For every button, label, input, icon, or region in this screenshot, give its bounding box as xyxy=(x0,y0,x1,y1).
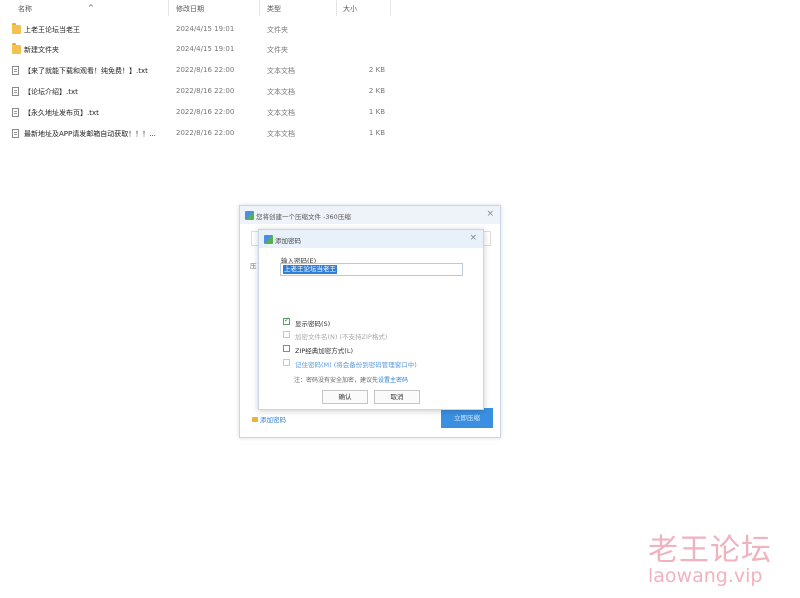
confirm-button[interactable]: 确认 xyxy=(322,390,368,404)
set-master-password-link[interactable]: 设置主密码 xyxy=(378,377,408,384)
file-name: 【来了就能下载和观看！纯免费！】.txt xyxy=(24,67,148,75)
file-type: 文本文档 xyxy=(267,109,295,117)
lock-icon xyxy=(252,417,258,422)
compress-partial-label: 压 xyxy=(250,262,257,270)
file-row[interactable]: 【论坛介绍】.txt 2022/8/16 22:00 文本文档 2 KB xyxy=(0,83,392,103)
security-note-text: 注：密码没有安全加密，建议先 xyxy=(294,377,379,384)
file-date: 2022/8/16 22:00 xyxy=(176,108,235,116)
360-app-icon xyxy=(245,211,254,220)
file-date: 2022/8/16 22:00 xyxy=(176,87,235,95)
column-name[interactable]: 名称 xyxy=(18,4,32,14)
360-app-icon xyxy=(264,235,273,244)
text-file-icon xyxy=(12,129,19,138)
sort-chevron-icon: ^ xyxy=(88,4,94,12)
zip-classic-checkbox[interactable] xyxy=(283,345,290,352)
remember-password-checkbox[interactable] xyxy=(283,359,290,366)
encrypt-filename-label: 加密文件名(N) (不支持ZIP格式) xyxy=(295,333,388,341)
file-date: 2024/4/15 19:01 xyxy=(176,45,235,53)
watermark-url: laowang.vip xyxy=(648,565,763,587)
file-row[interactable]: 最新地址及APP请发邮箱自动获取！！！... 2022/8/16 22:00 文… xyxy=(0,125,392,145)
zip-classic-label: ZIP经典加密方式(L) xyxy=(295,347,353,355)
cancel-button[interactable]: 取消 xyxy=(374,390,420,404)
file-type: 文件夹 xyxy=(267,26,288,34)
folder-icon xyxy=(12,23,21,34)
close-icon[interactable]: × xyxy=(486,210,494,219)
column-divider[interactable] xyxy=(336,0,337,16)
file-date: 2022/8/16 22:00 xyxy=(176,66,235,74)
file-size: 1 KB xyxy=(368,129,385,137)
file-type: 文本文档 xyxy=(267,67,295,75)
file-row[interactable]: 上老王论坛当老王 2024/4/15 19:01 文件夹 xyxy=(0,21,392,41)
file-name: 【论坛介绍】.txt xyxy=(24,88,78,96)
text-file-icon xyxy=(12,108,19,117)
password-input-value: 上老王论坛当老王 xyxy=(283,265,337,274)
compress-dialog-title: 您将创建一个压缩文件 -360压缩 xyxy=(256,213,351,221)
add-password-dialog: 添加密码 × 输入密码(E) 上老王论坛当老王 显示密码(S) 加密文件名(N)… xyxy=(258,229,484,410)
column-size[interactable]: 大小 xyxy=(343,4,357,14)
add-password-label: 添加密码 xyxy=(260,416,286,424)
folder-icon xyxy=(12,43,21,54)
file-type: 文件夹 xyxy=(267,46,288,54)
file-row[interactable]: 【永久地址发布页】.txt 2022/8/16 22:00 文本文档 1 KB xyxy=(0,104,392,124)
file-size: 2 KB xyxy=(368,66,385,74)
compress-now-button[interactable]: 立即压缩 xyxy=(441,408,493,428)
password-dialog-titlebar[interactable]: 添加密码 × xyxy=(259,230,483,248)
file-type: 文本文档 xyxy=(267,130,295,138)
file-date: 2024/4/15 19:01 xyxy=(176,25,235,33)
column-modified[interactable]: 修改日期 xyxy=(176,4,204,14)
show-password-label: 显示密码(S) xyxy=(295,320,331,328)
text-file-icon xyxy=(12,66,19,75)
watermark-cn: 老王论坛 xyxy=(648,533,772,568)
file-name: 最新地址及APP请发邮箱自动获取！！！... xyxy=(24,130,156,138)
close-icon[interactable]: × xyxy=(469,234,477,243)
remember-password-label: 记住密码(M) (将会备份到密码管理窗口中) xyxy=(295,361,417,369)
file-name: 新建文件夹 xyxy=(24,46,59,54)
file-name: 【永久地址发布页】.txt xyxy=(24,109,99,117)
security-note: 注：密码没有安全加密，建议先设置主密码 xyxy=(294,375,408,384)
file-list-header: 名称 ^ 修改日期 类型 大小 xyxy=(0,0,392,16)
show-password-checkbox[interactable] xyxy=(283,316,290,325)
text-file-icon xyxy=(12,87,19,96)
column-divider[interactable] xyxy=(259,0,260,16)
file-row[interactable]: 【来了就能下载和观看！纯免费！】.txt 2022/8/16 22:00 文本文… xyxy=(0,62,392,82)
file-row[interactable]: 新建文件夹 2024/4/15 19:01 文件夹 xyxy=(0,41,392,61)
encrypt-filename-checkbox xyxy=(283,331,290,338)
column-divider[interactable] xyxy=(168,0,169,16)
file-date: 2022/8/16 22:00 xyxy=(176,129,235,137)
file-size: 2 KB xyxy=(368,87,385,95)
password-dialog-title: 添加密码 xyxy=(275,237,301,245)
compress-dialog-titlebar[interactable]: 您将创建一个压缩文件 -360压缩 × xyxy=(240,206,500,224)
column-type[interactable]: 类型 xyxy=(267,4,281,14)
password-input[interactable]: 上老王论坛当老王 xyxy=(280,263,463,276)
file-size: 1 KB xyxy=(368,108,385,116)
file-name: 上老王论坛当老王 xyxy=(24,26,80,34)
add-password-link[interactable]: 添加密码 xyxy=(252,414,286,424)
file-type: 文本文档 xyxy=(267,88,295,96)
column-divider[interactable] xyxy=(390,0,391,16)
